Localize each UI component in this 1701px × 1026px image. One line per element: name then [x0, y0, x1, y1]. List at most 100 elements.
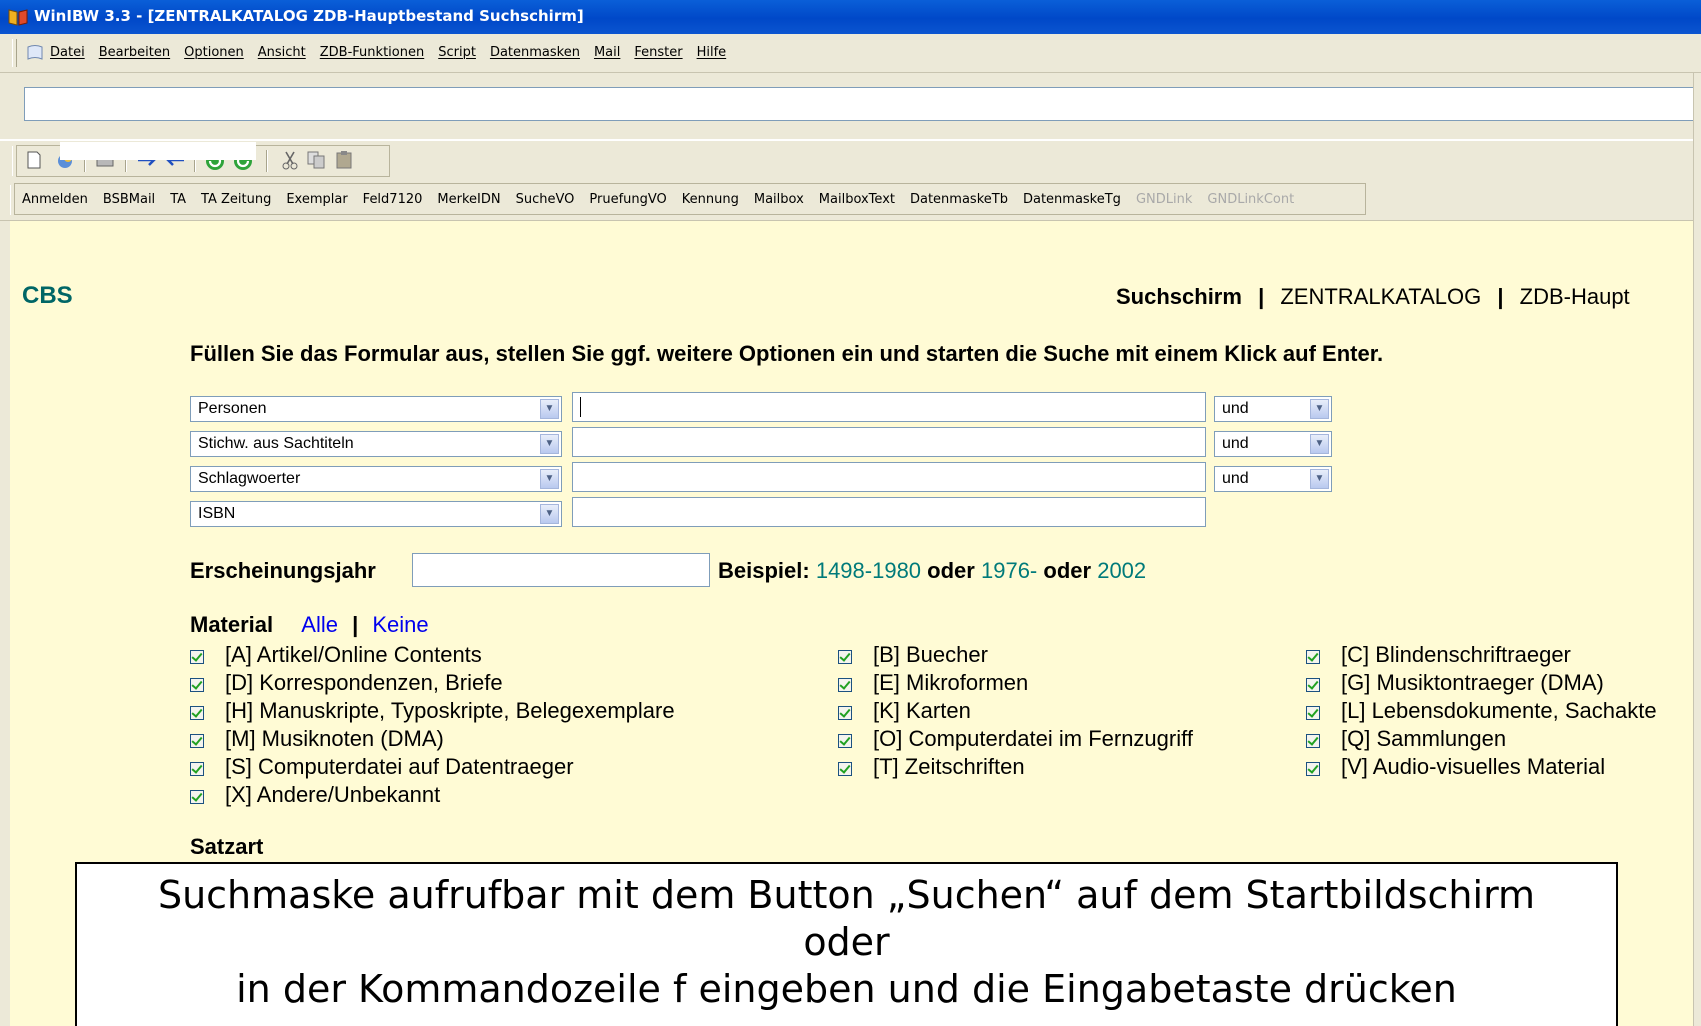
material-checkbox[interactable] — [838, 734, 852, 748]
search-field-value: Schlagwoerter — [198, 470, 301, 487]
chevron-down-icon[interactable]: ▼ — [540, 399, 559, 419]
chevron-down-icon[interactable]: ▼ — [1310, 399, 1329, 419]
callout-line-1: Suchmaske aufrufbar mit dem Button „Such… — [157, 873, 1536, 917]
instruction-text: Füllen Sie das Formular aus, stellen Sie… — [190, 341, 1384, 366]
operator-value: und — [1222, 435, 1249, 452]
cbs-brand: CBS — [22, 282, 73, 309]
operator-value: und — [1222, 470, 1249, 487]
material-checkbox[interactable] — [1306, 650, 1320, 664]
copy-icon[interactable] — [306, 150, 326, 170]
operator-select-2[interactable]: und ▼ — [1214, 431, 1332, 457]
operator-select-1[interactable]: und ▼ — [1214, 396, 1332, 422]
callout-line-3: in der Kommandozeile f eingeben und die … — [236, 967, 1457, 1011]
breadcrumb-separator: | — [1497, 284, 1504, 309]
material-option-label[interactable]: [M] Musiknoten (DMA) — [225, 726, 444, 752]
window-title: WinIBW 3.3 - [ZENTRALKATALOG ZDB-Hauptbe… — [34, 7, 584, 25]
menu-item-bearbeiten[interactable]: Bearbeiten — [99, 45, 170, 60]
search-term-input-2[interactable] — [572, 427, 1206, 457]
toolbar-separator — [266, 150, 268, 172]
annotation-callout: Suchmaske aufrufbar mit dem Button „Such… — [75, 862, 1618, 1026]
operator-select-3[interactable]: und ▼ — [1214, 466, 1332, 492]
menu-bar: Datei Bearbeiten Optionen Ansicht ZDB-Funkti… — [0, 34, 1701, 73]
material-separator: | — [352, 612, 359, 637]
material-checkbox[interactable] — [838, 762, 852, 776]
material-checkbox[interactable] — [1306, 762, 1320, 776]
command-line-input[interactable] — [24, 87, 1701, 121]
new-document-icon[interactable] — [24, 150, 44, 170]
breadcrumb-suchschirm[interactable]: Suchschirm — [1116, 284, 1242, 309]
cut-icon[interactable] — [280, 150, 300, 170]
window-left-border — [0, 221, 10, 1026]
material-option-label[interactable]: [A] Artikel/Online Contents — [225, 642, 482, 668]
material-option-label[interactable]: [D] Korrespondenzen, Briefe — [225, 670, 503, 696]
breadcrumb-zentralkatalog[interactable]: ZENTRALKATALOG — [1280, 284, 1481, 309]
redaction-mask — [60, 142, 256, 160]
material-all-link[interactable]: Alle — [301, 612, 338, 637]
search-field-select-3[interactable]: Schlagwoerter ▼ — [190, 466, 562, 492]
button-bar-frame — [14, 183, 1366, 215]
search-field-select-4[interactable]: ISBN ▼ — [190, 501, 562, 527]
material-option-label[interactable]: [T] Zeitschriften — [873, 754, 1025, 780]
material-checkbox[interactable] — [1306, 678, 1320, 692]
search-term-input-4[interactable] — [572, 497, 1206, 527]
material-checkbox[interactable] — [1306, 734, 1320, 748]
material-checkbox[interactable] — [838, 650, 852, 664]
material-checkbox[interactable] — [190, 706, 204, 720]
search-field-select-2[interactable]: Stichw. aus Sachtiteln ▼ — [190, 431, 562, 457]
material-checkbox[interactable] — [190, 734, 204, 748]
app-book-icon — [8, 9, 28, 26]
breadcrumb: Suchschirm | ZENTRALKATALOG | ZDB-Haupt — [1116, 284, 1630, 310]
example-single-year: 2002 — [1097, 558, 1147, 583]
material-checkbox[interactable] — [190, 650, 204, 664]
breadcrumb-zdb[interactable]: ZDB-Haupt — [1520, 284, 1630, 309]
material-checkbox[interactable] — [838, 706, 852, 720]
material-option-label[interactable]: [H] Manuskripte, Typoskripte, Belegexemp… — [225, 698, 675, 724]
paste-icon[interactable] — [334, 150, 354, 170]
year-example: Beispiel: 1498-1980 oder 1976- oder 2002 — [718, 558, 1146, 584]
menu-item-script[interactable]: Script — [438, 45, 476, 60]
chevron-down-icon[interactable]: ▼ — [1310, 434, 1329, 454]
satzart-label: Satzart — [190, 834, 264, 859]
material-checkbox[interactable] — [190, 790, 204, 804]
menu-item-ansicht[interactable]: Ansicht — [258, 45, 306, 60]
material-checkbox[interactable] — [190, 762, 204, 776]
search-term-input-1[interactable] — [572, 392, 1206, 422]
material-checkbox[interactable] — [838, 678, 852, 692]
material-option-label[interactable]: [E] Mikroformen — [873, 670, 1028, 696]
example-oder: oder — [927, 558, 975, 583]
menubar-grip[interactable] — [12, 39, 17, 67]
material-option-label[interactable]: [X] Andere/Unbekannt — [225, 782, 440, 808]
menu-item-optionen[interactable]: Optionen — [184, 45, 244, 60]
chevron-down-icon[interactable]: ▼ — [540, 434, 559, 454]
search-term-input-3[interactable] — [572, 462, 1206, 492]
material-option-label[interactable]: [G] Musiktontraeger (DMA) — [1341, 670, 1604, 696]
material-option-label[interactable]: [L] Lebensdokumente, Sachakte — [1341, 698, 1657, 724]
material-option-label[interactable]: [V] Audio-visuelles Material — [1341, 754, 1605, 780]
material-checkbox[interactable] — [190, 678, 204, 692]
search-field-value: ISBN — [198, 505, 236, 522]
material-header: Material Alle | Keine — [190, 612, 429, 638]
menu-item-fenster[interactable]: Fenster — [634, 45, 682, 60]
chevron-down-icon[interactable]: ▼ — [1310, 469, 1329, 489]
material-checkbox[interactable] — [1306, 706, 1320, 720]
material-option-label[interactable]: [B] Buecher — [873, 642, 988, 668]
chevron-down-icon[interactable]: ▼ — [540, 469, 559, 489]
material-label: Material — [190, 612, 274, 637]
menu-item-hilfe[interactable]: Hilfe — [697, 45, 727, 60]
chevron-down-icon[interactable]: ▼ — [540, 504, 559, 524]
year-label: Erscheinungsjahr — [190, 558, 376, 583]
material-option-label[interactable]: [Q] Sammlungen — [1341, 726, 1506, 752]
material-option-label[interactable]: [S] Computerdatei auf Datentraeger — [225, 754, 574, 780]
search-field-select-1[interactable]: Personen ▼ — [190, 396, 562, 422]
material-none-link[interactable]: Keine — [372, 612, 428, 637]
operator-value: und — [1222, 400, 1249, 417]
material-option-label[interactable]: [K] Karten — [873, 698, 971, 724]
document-menu-icon[interactable] — [26, 44, 44, 62]
material-option-label[interactable]: [C] Blindenschriftraeger — [1341, 642, 1571, 668]
menu-item-datei[interactable]: Datei — [50, 45, 85, 60]
menu-item-mail[interactable]: Mail — [594, 45, 620, 60]
material-option-label[interactable]: [O] Computerdatei im Fernzugriff — [873, 726, 1193, 752]
menu-item-datenmasken[interactable]: Datenmasken — [490, 45, 580, 60]
year-input[interactable] — [412, 553, 710, 587]
menu-item-zdb-funktionen[interactable]: ZDB-Funktionen — [320, 45, 424, 60]
